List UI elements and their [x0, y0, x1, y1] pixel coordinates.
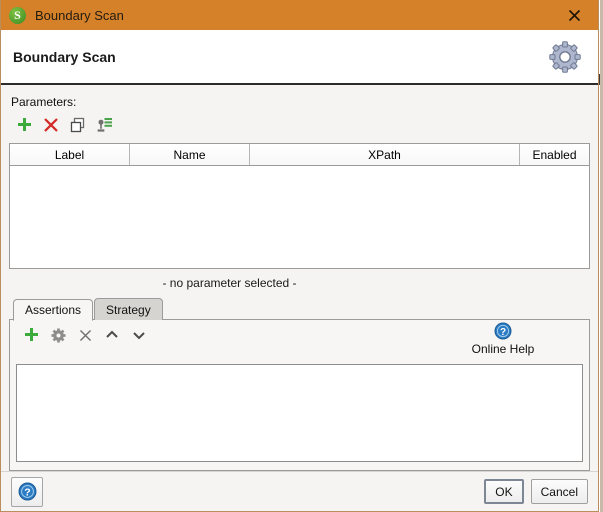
column-header-label[interactable]: Label [10, 144, 130, 165]
parameters-table-body[interactable] [10, 166, 589, 268]
online-help-label: Online Help [471, 342, 535, 356]
assertions-list[interactable] [16, 364, 583, 462]
tab-strip: Assertions Strategy [13, 297, 590, 321]
assertions-toolbar: ? Online Help [16, 320, 583, 356]
soapui-s-icon: S [9, 6, 26, 24]
no-parameter-selected-message: - no parameter selected - [162, 276, 297, 290]
online-help-link[interactable]: ? Online Help [463, 322, 543, 356]
help-circle-icon: ? [494, 322, 512, 340]
tab-assertions[interactable]: Assertions [13, 299, 94, 321]
column-header-xpath[interactable]: XPath [250, 144, 520, 165]
dialog-footer: ? OK Cancel [1, 471, 598, 511]
add-parameter-button[interactable] [15, 116, 33, 134]
window-title: Boundary Scan [35, 7, 124, 23]
parameters-toolbar [15, 113, 590, 137]
configure-assertion-button[interactable] [49, 326, 67, 344]
dialog-body: Parameters: Label Name XPath Enabled - n… [1, 85, 598, 471]
close-icon[interactable] [556, 0, 592, 30]
delete-assertion-button[interactable] [76, 326, 94, 344]
parameter-properties-button[interactable] [96, 116, 114, 134]
remove-parameter-button[interactable] [42, 116, 60, 134]
copy-parameter-button[interactable] [69, 116, 87, 134]
ok-button[interactable]: OK [484, 479, 524, 504]
svg-text:?: ? [500, 327, 506, 338]
desktop-background: S Boundary Scan Boundary Scan Parameters… [0, 0, 603, 512]
parameters-table: Label Name XPath Enabled [9, 143, 590, 269]
help-button[interactable]: ? [11, 476, 43, 507]
add-assertion-button[interactable] [22, 326, 40, 344]
column-header-name[interactable]: Name [130, 144, 250, 165]
dialog-titlebar[interactable]: S Boundary Scan [1, 0, 598, 30]
cancel-button[interactable]: Cancel [530, 479, 588, 504]
gear-icon[interactable] [548, 40, 582, 74]
help-circle-icon: ? [18, 482, 36, 501]
parameters-table-header: Label Name XPath Enabled [10, 144, 589, 166]
soapui-s-glyph: S [14, 8, 21, 22]
column-header-enabled[interactable]: Enabled [520, 144, 589, 165]
parameters-section-label: Parameters: [11, 95, 77, 109]
dialog-header: Boundary Scan [1, 30, 598, 85]
move-assertion-down-button[interactable] [130, 326, 148, 344]
move-assertion-up-button[interactable] [103, 326, 121, 344]
assertions-panel: ? Online Help [9, 319, 590, 471]
boundary-scan-dialog: S Boundary Scan Boundary Scan Parameters… [0, 0, 599, 512]
svg-text:?: ? [24, 487, 30, 499]
page-title: Boundary Scan [13, 48, 116, 65]
tab-strategy[interactable]: Strategy [94, 298, 163, 320]
